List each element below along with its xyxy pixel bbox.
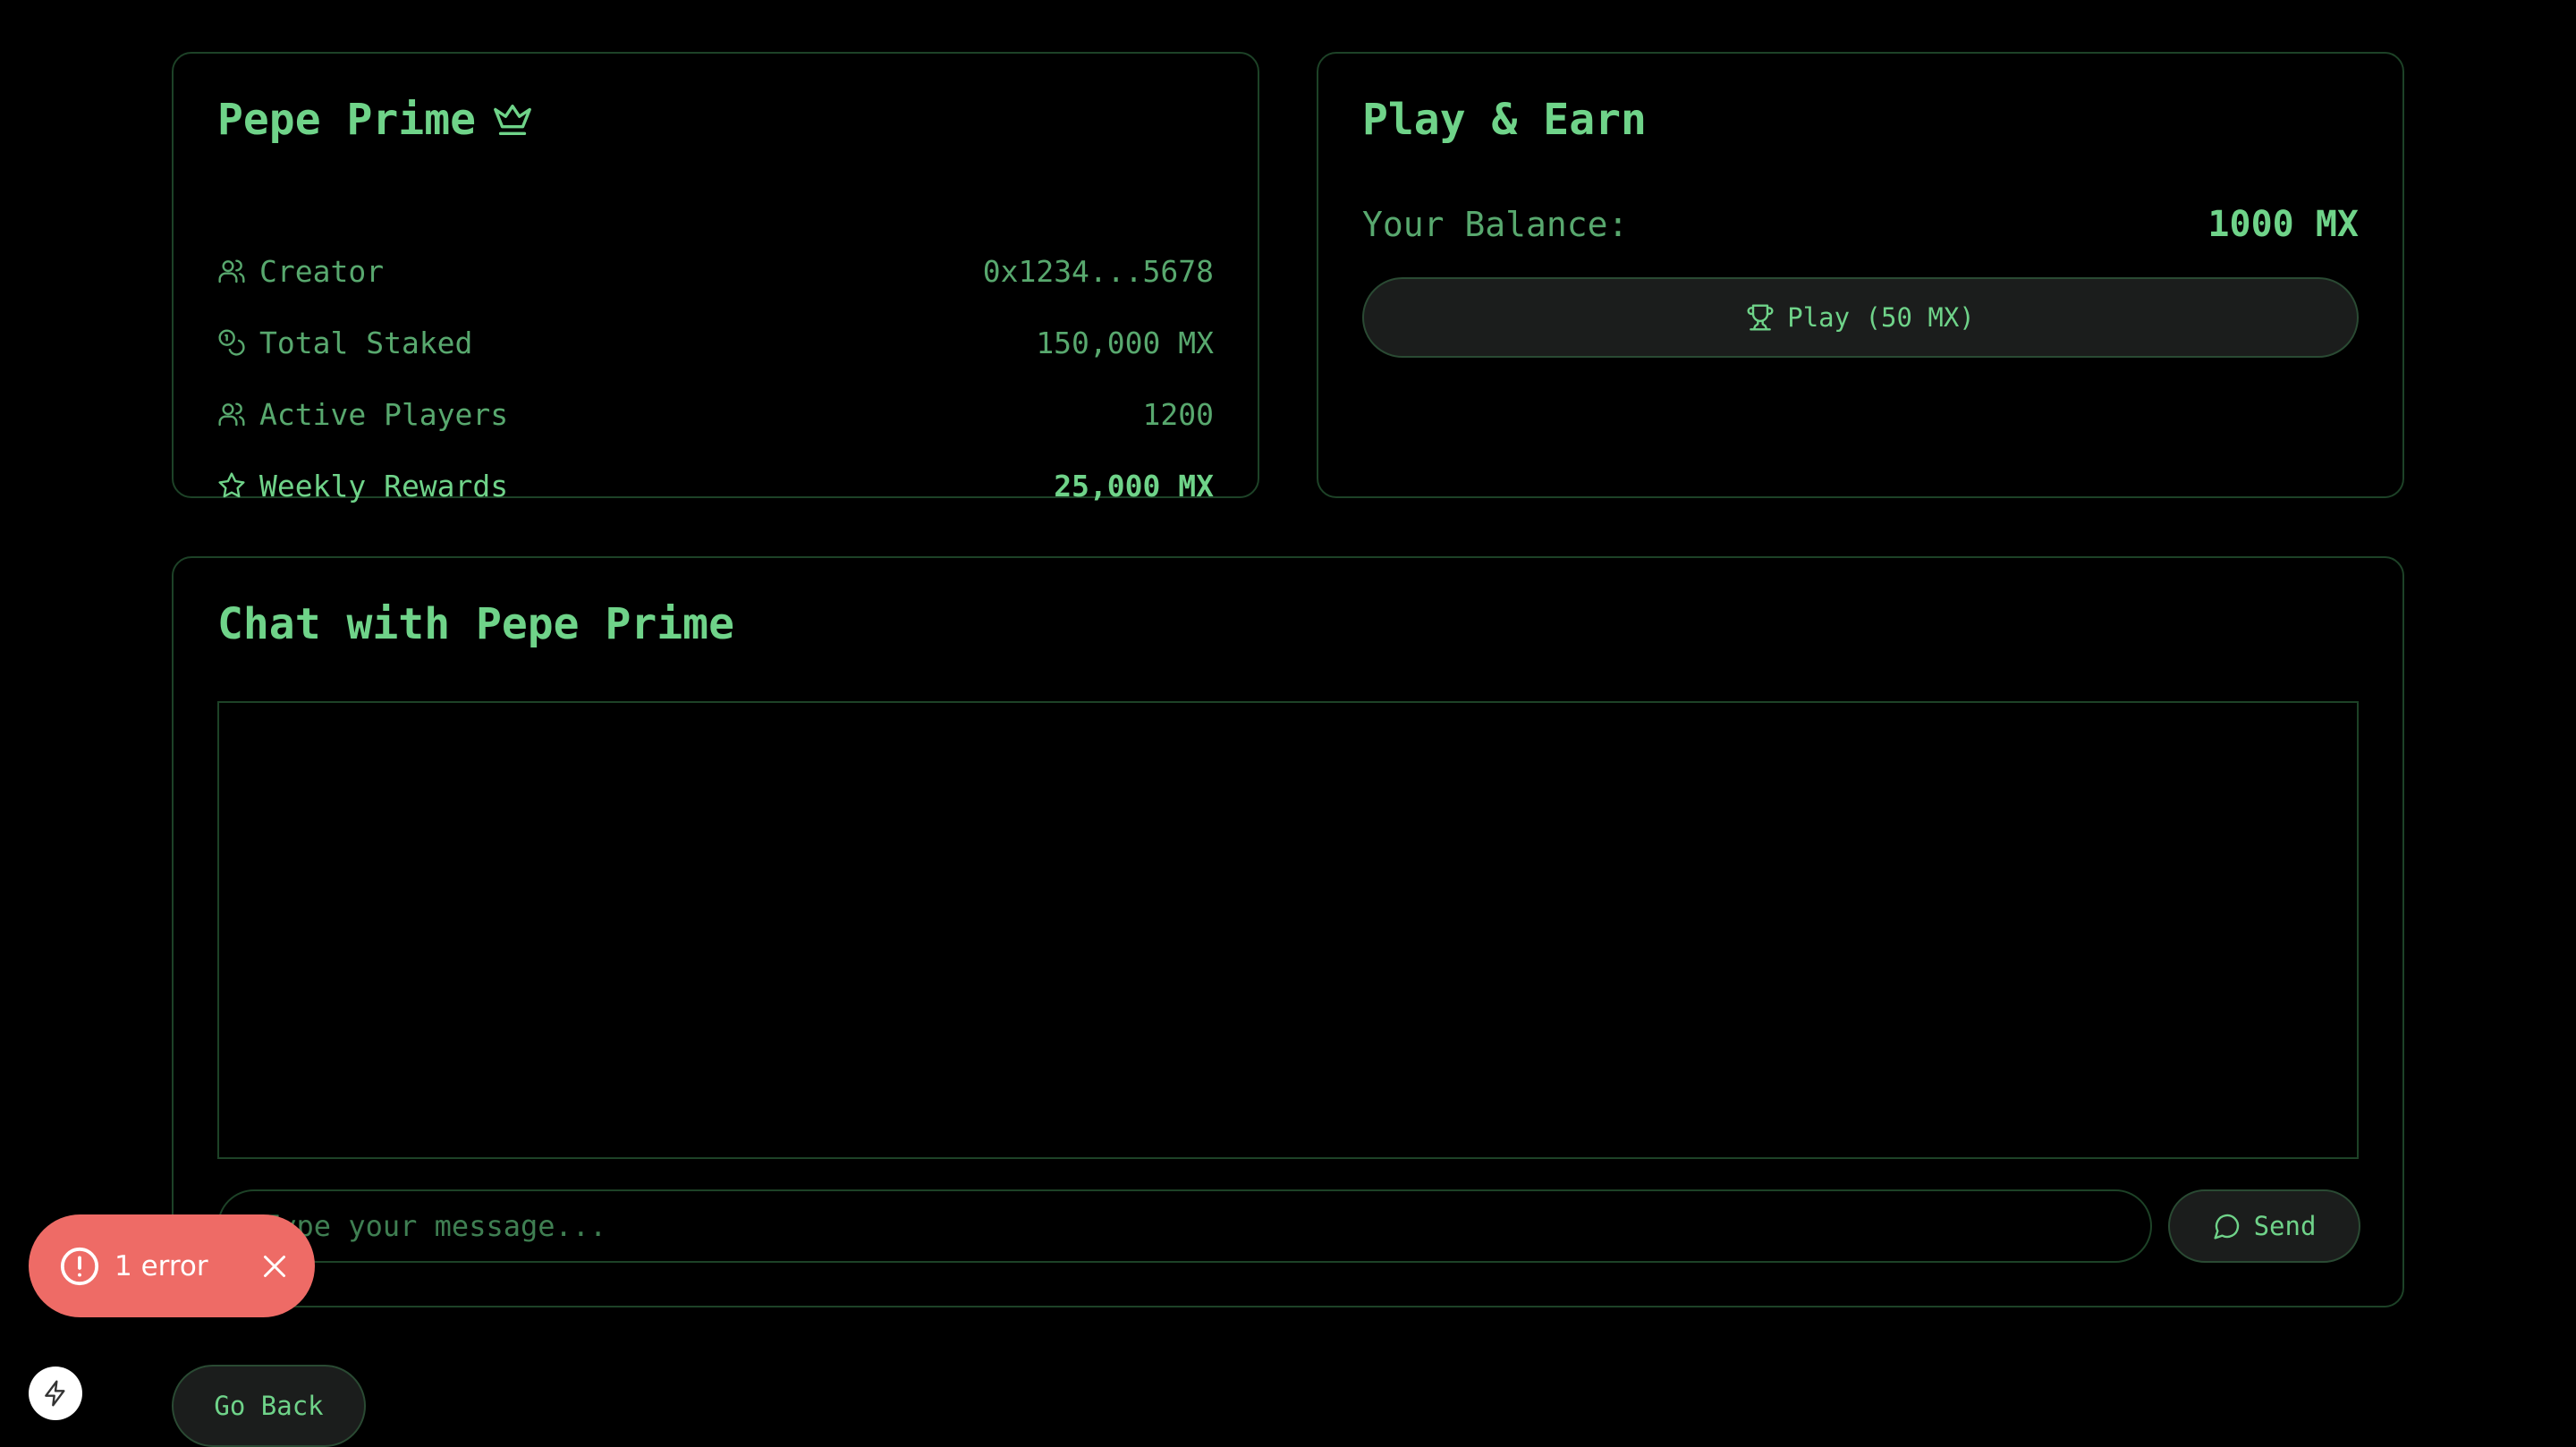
stat-label: Total Staked: [259, 325, 473, 360]
trophy-icon: [1747, 304, 1774, 331]
crown-icon: [494, 104, 531, 136]
game-title-heading: Pepe Prime: [217, 98, 533, 141]
error-count-label: 1 error: [114, 1249, 208, 1282]
users-icon: [218, 402, 245, 427]
stat-label: Weekly Rewards: [259, 468, 509, 503]
lightning-bolt-icon: [45, 1380, 65, 1407]
chat-messages-area[interactable]: [217, 701, 2359, 1159]
stat-row-active-players: Active Players 1200: [217, 394, 1214, 434]
stat-label: Active Players: [259, 396, 509, 432]
go-back-button[interactable]: Go Back: [172, 1365, 366, 1447]
stat-row-creator: Creator 0x1234...5678: [217, 251, 1214, 291]
balance-label: Your Balance:: [1362, 205, 1629, 244]
stat-row-weekly-rewards: Weekly Rewards 25,000 MX: [217, 466, 1214, 505]
stat-value: 150,000 MX: [1036, 325, 1214, 360]
star-icon: [218, 472, 245, 498]
chat-title: Chat with Pepe Prime: [217, 599, 734, 649]
stat-label: Creator: [259, 253, 385, 289]
play-earn-title: Play & Earn: [1362, 95, 1647, 145]
stat-value: 1200: [1142, 396, 1214, 432]
game-info-card: Pepe Prime Creator 0x1234...5678 Total S…: [172, 52, 1259, 503]
play-button-label: Play (50 MX): [1787, 302, 1975, 333]
balance-value: 1000 MX: [2207, 204, 2359, 245]
chat-card: Chat with Pepe Prime Send: [172, 556, 2404, 1307]
send-button[interactable]: Send: [2168, 1189, 2360, 1263]
coins-icon: [218, 329, 245, 356]
go-back-label: Go Back: [214, 1391, 324, 1421]
error-toast[interactable]: 1 error: [29, 1214, 315, 1317]
play-button[interactable]: Play (50 MX): [1362, 277, 2359, 358]
close-icon[interactable]: [258, 1250, 291, 1282]
stat-value: 25,000 MX: [1054, 468, 1214, 503]
game-title: Pepe Prime: [217, 95, 476, 145]
message-circle-icon: [2214, 1214, 2239, 1240]
send-button-label: Send: [2253, 1211, 2317, 1241]
users-icon: [218, 259, 245, 283]
stat-row-total-staked: Total Staked 150,000 MX: [217, 323, 1214, 362]
chat-message-input[interactable]: [217, 1189, 2152, 1263]
balance-row: Your Balance: 1000 MX: [1362, 202, 2359, 247]
dev-tools-button[interactable]: [29, 1367, 82, 1420]
stat-value: 0x1234...5678: [982, 253, 1214, 289]
alert-circle-icon: [60, 1247, 99, 1285]
play-earn-card: Play & Earn Your Balance: 1000 MX Play (…: [1317, 52, 2404, 498]
